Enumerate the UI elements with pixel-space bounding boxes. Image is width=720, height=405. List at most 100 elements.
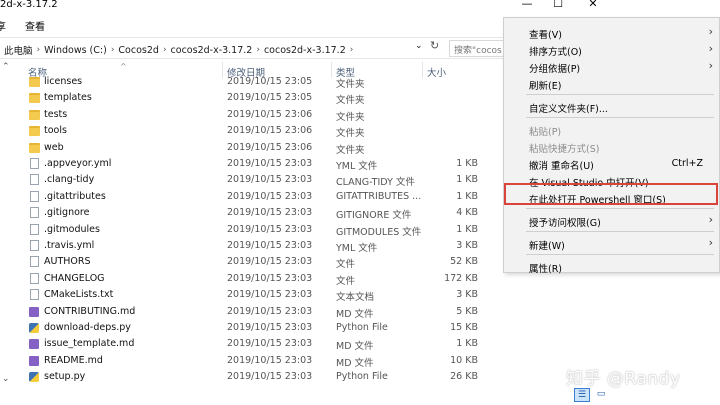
context-menu-item[interactable]: 自定义文件夹(F)... — [504, 98, 719, 115]
table-row[interactable]: README.md 2019/10/15 23:03 MD 文件 10 KB — [0, 353, 612, 369]
table-row[interactable]: CONTRIBUTING.md 2019/10/15 23:03 MD 文件 5 KB — [0, 304, 612, 320]
table-row[interactable]: issue_template.md 2019/10/15 23:03 MD 文件 1 … — [0, 336, 612, 352]
search-input[interactable]: 搜索"cocos — [449, 40, 509, 57]
file-type: Python File — [336, 371, 388, 383]
table-row[interactable]: setup.py 2019/10/15 23:03 Python File 26 KB — [0, 369, 612, 385]
breadcrumb-item[interactable]: Cocos2d — [118, 45, 159, 56]
file-name: .gitmodules — [44, 223, 100, 235]
file-type: MD 文件 — [336, 308, 374, 320]
chevron-right-icon[interactable]: › — [37, 45, 41, 55]
sort-up-icon: ^ — [120, 62, 127, 71]
chevron-right-icon[interactable]: › — [350, 45, 354, 55]
minimize-button[interactable]: — — [512, 0, 542, 11]
details-view-icon[interactable]: ☰ — [574, 388, 590, 402]
tab-share[interactable]: 享 — [0, 18, 6, 33]
view-toggle: ☰ ▭ — [574, 388, 610, 402]
file-size: 4 KB — [456, 207, 478, 219]
context-menu-item[interactable]: 刷新(E) — [504, 75, 719, 92]
chevron-right-icon[interactable]: › — [163, 45, 167, 55]
menu-separator — [526, 117, 714, 118]
table-row[interactable]: CMakeLists.txt 2019/10/15 23:03 文本文档 3 KB — [0, 287, 612, 303]
file-size: 1 KB — [456, 190, 478, 202]
context-menu-item[interactable]: 新建(W) › — [504, 235, 719, 252]
chevron-down-icon[interactable]: ⌄ — [415, 41, 423, 51]
file-size: 172 KB — [444, 272, 478, 284]
breadcrumb-item[interactable]: cocos2d-x-3.17.2 — [264, 45, 346, 56]
file-type: YML 文件 — [336, 161, 378, 172]
file-type: 文件夹 — [336, 111, 365, 123]
file-icon — [30, 190, 39, 202]
file-name: tools — [44, 125, 67, 137]
context-menu-item[interactable]: 属性(R) — [504, 258, 719, 275]
context-menu-item[interactable]: 授予访问权限(G) › — [504, 212, 719, 229]
file-size: 10 KB — [450, 354, 478, 366]
file-name: .travis.yml — [44, 240, 95, 251]
file-size: 26 KB — [450, 371, 478, 383]
chevron-right-icon[interactable]: › — [111, 45, 115, 55]
visual-studio-file-icon — [29, 339, 39, 350]
breadcrumb-item[interactable]: 此电脑 — [4, 43, 33, 57]
refresh-icon[interactable]: ↻ — [430, 39, 439, 52]
file-type: 文件夹 — [336, 79, 365, 90]
visual-studio-file-icon — [29, 355, 39, 366]
file-type: MD 文件 — [336, 341, 374, 353]
file-name: AUTHORS — [44, 256, 91, 268]
file-size: 1 KB — [456, 338, 478, 350]
file-icon — [30, 240, 39, 251]
file-name: .appveyor.yml — [44, 158, 112, 169]
table-row[interactable]: download-deps.py 2019/10/15 23:03 Python F… — [0, 320, 612, 336]
file-size: 1 KB — [456, 158, 478, 169]
window-title: 2d-x-3.17.2 — [0, 0, 58, 10]
file-type: 文件夹 — [336, 128, 365, 140]
context-menu: 查看(V) › 排序方式(O) › 分组依据(P) › 刷新(E) 自定义文件夹(F)... 粘… — [503, 17, 720, 275]
file-name: download-deps.py — [44, 322, 131, 333]
file-size: 1 KB — [456, 174, 478, 186]
file-size: 15 KB — [450, 322, 478, 333]
file-name: templates — [44, 92, 92, 104]
file-type: YML 文件 — [336, 243, 378, 254]
file-type: 文件 — [336, 259, 356, 271]
file-name: CMakeLists.txt — [44, 289, 114, 301]
menu-separator — [526, 208, 714, 209]
folder-icon — [29, 93, 40, 104]
file-size: 3 KB — [456, 240, 478, 251]
title-bar: 2d-x-3.17.2 — ☐ ✕ — [0, 0, 612, 13]
file-date: 2019/10/15 23:03 — [227, 354, 313, 366]
file-size: 3 KB — [456, 289, 478, 301]
close-button[interactable]: ✕ — [578, 0, 608, 11]
breadcrumb-item[interactable]: Windows (C:) — [44, 45, 107, 56]
menu-item-label: 属性(R) — [529, 264, 563, 275]
context-menu-item[interactable]: 分组依据(P) › — [504, 58, 719, 75]
folder-icon — [29, 109, 40, 120]
tab-view[interactable]: 查看 — [25, 18, 45, 33]
context-menu-item[interactable]: 查看(V) › — [504, 24, 719, 41]
submenu-arrow-icon: › — [708, 25, 713, 38]
python-file-icon — [29, 372, 39, 383]
context-menu-item[interactable]: 排序方式(O) › — [504, 41, 719, 58]
menu-item-label: 粘贴(P) — [529, 127, 562, 138]
file-date: 2019/10/15 23:03 — [227, 174, 313, 186]
file-name: tests — [44, 108, 68, 120]
file-name: .clang-tidy — [44, 174, 95, 186]
context-menu-item[interactable]: 撤消 重命名(U) Ctrl+Z — [504, 155, 719, 172]
file-type: CLANG-TIDY 文件 — [336, 177, 415, 189]
file-type: GITATTRIBUTES ... — [336, 190, 422, 202]
maximize-button[interactable]: ☐ — [543, 0, 573, 11]
visual-studio-file-icon — [29, 306, 39, 317]
file-date: 2019/10/15 23:06 — [227, 141, 313, 153]
folder-icon — [29, 126, 40, 137]
file-name: CHANGELOG — [44, 272, 105, 284]
file-icon — [30, 174, 39, 186]
menu-item-label: 刷新(E) — [529, 81, 562, 92]
file-date: 2019/10/15 23:03 — [227, 207, 313, 219]
chevron-right-icon[interactable]: › — [256, 45, 260, 55]
file-type: Python File — [336, 322, 388, 333]
scroll-up-icon[interactable]: ⌃ — [2, 62, 10, 72]
breadcrumb-item[interactable]: cocos2d-x-3.17.2 — [171, 45, 253, 56]
file-icon — [30, 207, 39, 219]
submenu-arrow-icon: › — [708, 42, 713, 55]
large-icons-view-icon[interactable]: ▭ — [593, 388, 609, 402]
menu-item-label: 撤消 重命名(U) — [529, 161, 594, 172]
file-date: 2019/10/15 23:03 — [227, 223, 313, 235]
submenu-arrow-icon: › — [708, 213, 713, 226]
